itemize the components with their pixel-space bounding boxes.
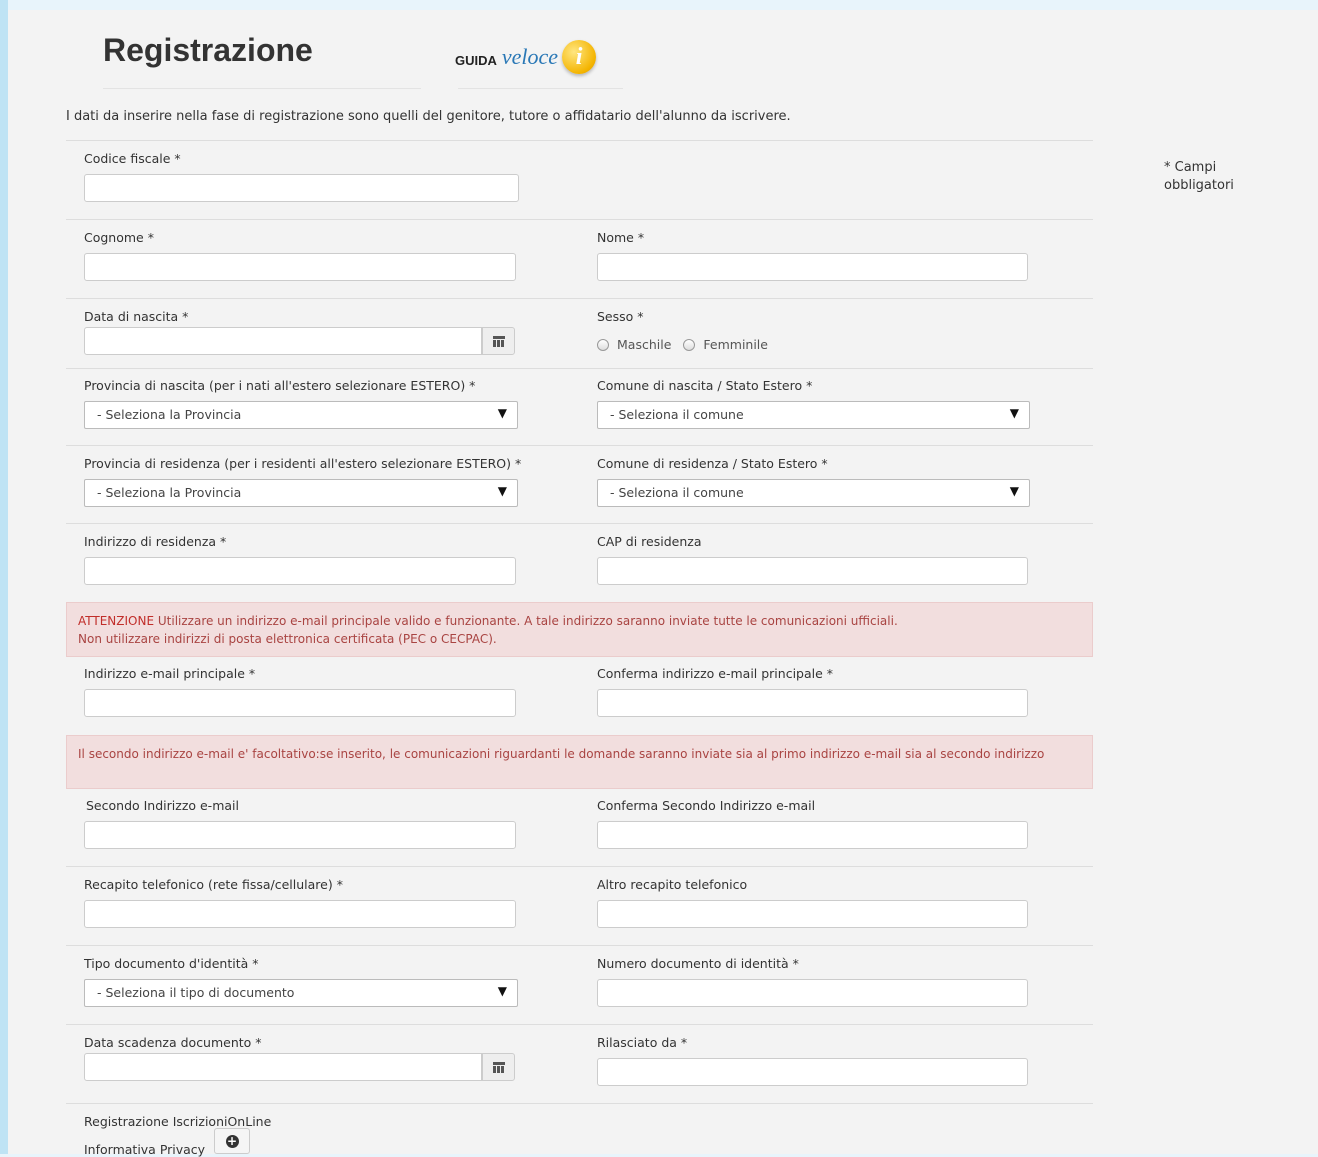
info-icon: i — [562, 40, 597, 74]
data-nascita-label: Data di nascita * — [84, 309, 189, 324]
indirizzo-residenza-input[interactable] — [84, 557, 516, 585]
chevron-down-icon: ▼ — [497, 406, 507, 420]
divider — [66, 298, 1093, 299]
divider — [66, 445, 1093, 446]
divider — [66, 523, 1093, 524]
secondo-email-info-alert: Il secondo indirizzo e-mail e' facoltati… — [66, 735, 1093, 789]
comune-nascita-select[interactable]: - Seleziona il comune ▼ — [597, 401, 1030, 429]
comune-residenza-label: Comune di residenza / Stato Estero * — [597, 456, 828, 471]
telefono-input[interactable] — [84, 900, 516, 928]
chevron-down-icon: ▼ — [1009, 484, 1019, 498]
chevron-down-icon: ▼ — [497, 984, 507, 998]
nome-input[interactable] — [597, 253, 1028, 281]
veloce-label: veloce — [501, 44, 559, 69]
provincia-residenza-label: Provincia di residenza (per i residenti … — [84, 456, 522, 471]
femminile-radio[interactable] — [683, 338, 696, 351]
attenzione-label: ATTENZIONE — [78, 614, 155, 628]
divider — [66, 368, 1093, 369]
provincia-residenza-value: - Seleziona la Provincia — [97, 485, 242, 500]
chevron-down-icon: ▼ — [1009, 406, 1019, 420]
data-scadenza-input[interactable] — [84, 1053, 482, 1081]
chevron-down-icon: ▼ — [497, 484, 507, 498]
email-warning-alert: ATTENZIONE Utilizzare un indirizzo e-mai… — [66, 602, 1093, 657]
cap-residenza-input[interactable] — [597, 557, 1028, 585]
numero-documento-label: Numero documento di identità * — [597, 956, 799, 971]
maschile-radio[interactable] — [597, 338, 609, 351]
informativa-privacy-label: Informativa Privacy — [84, 1142, 206, 1157]
intro-text: I dati da inserire nella fase di registr… — [66, 109, 791, 124]
comune-nascita-label: Comune di nascita / Stato Estero * — [597, 378, 813, 393]
divider — [66, 1103, 1093, 1104]
altro-telefono-label: Altro recapito telefonico — [597, 877, 748, 892]
conferma-secondo-email-label: Conferma Secondo Indirizzo e-mail — [597, 798, 816, 813]
codice-fiscale-label: Codice fiscale * — [84, 151, 181, 166]
indirizzo-residenza-label: Indirizzo di residenza * — [84, 534, 227, 549]
nome-label: Nome * — [597, 230, 645, 245]
numero-documento-input[interactable] — [597, 979, 1028, 1007]
conferma-email-principale-label: Conferma indirizzo e-mail principale * — [597, 666, 834, 681]
conferma-email-principale-input[interactable] — [597, 689, 1028, 717]
comune-nascita-value: - Seleziona il comune — [610, 407, 744, 422]
attenzione-line2: Non utilizzare indirizzi di posta elettr… — [78, 632, 497, 646]
tipo-documento-value: - Seleziona il tipo di documento — [97, 985, 295, 1000]
page-title: Registrazione — [103, 32, 313, 68]
attenzione-text: Utilizzare un indirizzo e-mail principal… — [154, 614, 898, 628]
secondo-email-label: Secondo Indirizzo e-mail — [86, 798, 239, 813]
provincia-nascita-label: Provincia di nascita (per i nati all'est… — [84, 378, 476, 393]
provincia-nascita-value: - Seleziona la Provincia — [97, 407, 242, 422]
codice-fiscale-input[interactable] — [84, 174, 519, 202]
email-principale-label: Indirizzo e-mail principale * — [84, 666, 256, 681]
guida-divider — [458, 88, 623, 89]
calendar-icon — [492, 335, 505, 347]
divider — [66, 1024, 1093, 1025]
comune-residenza-value: - Seleziona il comune — [610, 485, 744, 500]
cap-residenza-label: CAP di residenza — [597, 534, 702, 549]
data-nascita-input[interactable] — [84, 327, 482, 355]
sesso-label: Sesso * — [597, 309, 644, 324]
data-scadenza-label: Data scadenza documento * — [84, 1035, 262, 1050]
title-divider — [103, 88, 421, 89]
registration-section-title: Registrazione IscrizioniOnLine — [84, 1114, 272, 1129]
secondo-email-input[interactable] — [84, 821, 516, 849]
plus-circle-icon: + — [225, 1133, 239, 1148]
comune-residenza-select[interactable]: - Seleziona il comune ▼ — [597, 479, 1030, 507]
divider — [66, 219, 1093, 220]
cognome-input[interactable] — [84, 253, 516, 281]
maschile-label: Maschile — [617, 337, 672, 352]
required-fields-note: * Campi obbligatori — [1164, 160, 1234, 193]
altro-telefono-input[interactable] — [597, 900, 1028, 928]
conferma-secondo-email-input[interactable] — [597, 821, 1028, 849]
provincia-nascita-select[interactable]: - Seleziona la Provincia ▼ — [84, 401, 518, 429]
guida-label: GUIDA — [455, 52, 497, 68]
cognome-label: Cognome * — [84, 230, 154, 245]
tipo-documento-select[interactable]: - Seleziona il tipo di documento ▼ — [84, 979, 518, 1007]
tipo-documento-label: Tipo documento d'identità * — [84, 956, 259, 971]
femminile-label: Femminile — [703, 337, 768, 352]
email-principale-input[interactable] — [84, 689, 516, 717]
rilasciato-da-input[interactable] — [597, 1058, 1028, 1086]
privacy-expand-button[interactable]: + — [214, 1128, 250, 1154]
left-border-strip — [0, 0, 8, 1154]
guida-veloce-link[interactable]: GUIDA veloce i — [455, 40, 597, 74]
provincia-residenza-select[interactable]: - Seleziona la Provincia ▼ — [84, 479, 518, 507]
divider — [66, 140, 1093, 141]
divider — [66, 866, 1093, 867]
data-nascita-calendar-button[interactable] — [482, 327, 515, 355]
sesso-radio-group: Maschile Femminile — [597, 337, 768, 352]
data-scadenza-calendar-button[interactable] — [482, 1053, 515, 1081]
calendar-icon — [492, 1061, 505, 1073]
rilasciato-da-label: Rilasciato da * — [597, 1035, 688, 1050]
divider — [66, 945, 1093, 946]
telefono-label: Recapito telefonico (rete fissa/cellular… — [84, 877, 343, 892]
